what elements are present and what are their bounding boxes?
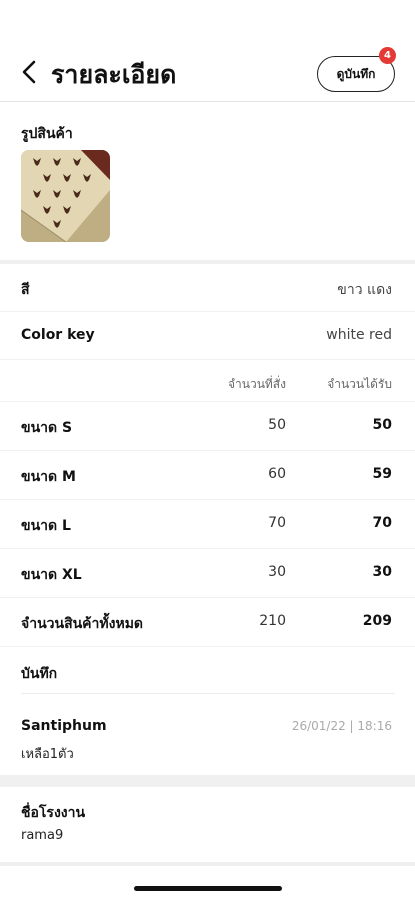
ordered-header: จำนวนที่สั่ง — [227, 377, 286, 391]
color-value: ขาว แดง — [337, 282, 392, 298]
product-thumbnail[interactable] — [21, 150, 110, 242]
ordered-qty: 60 — [268, 466, 286, 482]
color-key-value: white red — [326, 327, 392, 343]
color-key-label: Color key — [21, 327, 95, 343]
back-chevron-icon[interactable] — [18, 58, 42, 86]
note-text: เหลือ1ตัว — [21, 747, 74, 762]
color-row: สี ขาว แดง — [0, 264, 415, 312]
product-photo-label: รูปสินค้า — [21, 126, 73, 142]
size-row: ขนาด L 70 70 — [0, 500, 415, 549]
received-qty: 30 — [372, 564, 392, 580]
size-label: ขนาด L — [21, 518, 71, 534]
ordered-qty: 70 — [268, 515, 286, 531]
quantity-header-row: จำนวนที่สั่ง จำนวนได้รับ — [0, 360, 415, 402]
section-divider — [0, 862, 415, 866]
ordered-qty: 30 — [268, 564, 286, 580]
received-qty: 70 — [372, 515, 392, 531]
total-ordered: 210 — [259, 613, 286, 629]
top-bar: รายละเอียด ดูบันทึก 4 — [0, 0, 415, 102]
size-label: ขนาด S — [21, 420, 73, 436]
notes-label: บันทึก — [21, 666, 58, 682]
note-author: Santiphum — [21, 718, 107, 734]
received-header: จำนวนได้รับ — [327, 377, 392, 391]
size-label: ขนาด XL — [21, 567, 82, 583]
factory-value: rama9 — [21, 828, 64, 843]
total-row: จำนวนสินค้าทั้งหมด 210 209 — [0, 598, 415, 647]
section-divider — [0, 775, 415, 787]
received-qty: 50 — [372, 417, 392, 433]
home-indicator[interactable] — [134, 886, 282, 891]
size-row: ขนาด S 50 50 — [0, 402, 415, 451]
received-qty: 59 — [372, 466, 392, 482]
notes-count-badge: 4 — [379, 47, 396, 64]
product-photo-section: รูปสินค้า — [0, 103, 415, 260]
size-row: ขนาด XL 30 30 — [0, 549, 415, 598]
total-label: จำนวนสินค้าทั้งหมด — [21, 616, 144, 632]
color-key-row: Color key white red — [0, 312, 415, 360]
ordered-qty: 50 — [268, 417, 286, 433]
notes-divider — [21, 693, 395, 694]
size-label: ขนาด M — [21, 469, 76, 485]
page-title: รายละเอียด — [51, 60, 177, 89]
total-received: 209 — [362, 613, 392, 629]
color-label: สี — [21, 282, 30, 298]
size-row: ขนาด M 60 59 — [0, 451, 415, 500]
factory-label: ชื่อโรงงาน — [21, 805, 86, 821]
note-timestamp: 26/01/22 | 18:16 — [291, 719, 392, 733]
